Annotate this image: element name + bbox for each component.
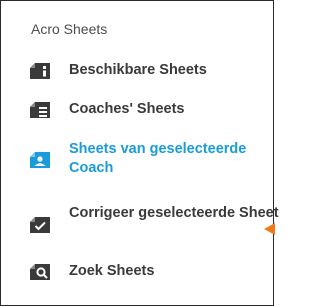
- section-title: Acro Sheets: [31, 21, 108, 37]
- menu-item-label: Sheets van geselecteerde Coach: [69, 141, 247, 176]
- menu-item-coaches-sheets[interactable]: Coaches' Sheets: [29, 100, 184, 119]
- menu-item-label: Beschikbare Sheets: [69, 62, 207, 78]
- sheet-info-icon: [29, 62, 51, 80]
- menu-item-label: Coaches' Sheets: [69, 101, 185, 117]
- sheet-search-icon: [29, 263, 51, 281]
- menu-item-corrigeer-geselecteerde-sheet[interactable]: Corrigeer geselecteerde Sheet: [29, 204, 279, 234]
- menu-item-label: Corrigeer geselecteerde Sheet: [69, 205, 279, 221]
- sheet-coach-icon: [29, 151, 51, 169]
- menu-item-beschikbare-sheets[interactable]: Beschikbare Sheets: [29, 61, 207, 80]
- sheet-list-icon: [29, 101, 51, 119]
- menu-item-zoek-sheets[interactable]: Zoek Sheets: [29, 262, 154, 281]
- menu-item-sheets-van-geselecteerde-coach[interactable]: Sheets van geselecteerde Coach: [29, 140, 279, 178]
- sheet-check-icon: [29, 216, 51, 234]
- pointer-arrow-icon: [264, 223, 275, 235]
- acro-sheets-panel: Acro Sheets Beschikbare Sheets Coaches' …: [0, 0, 279, 306]
- menu-item-label: Zoek Sheets: [69, 263, 155, 279]
